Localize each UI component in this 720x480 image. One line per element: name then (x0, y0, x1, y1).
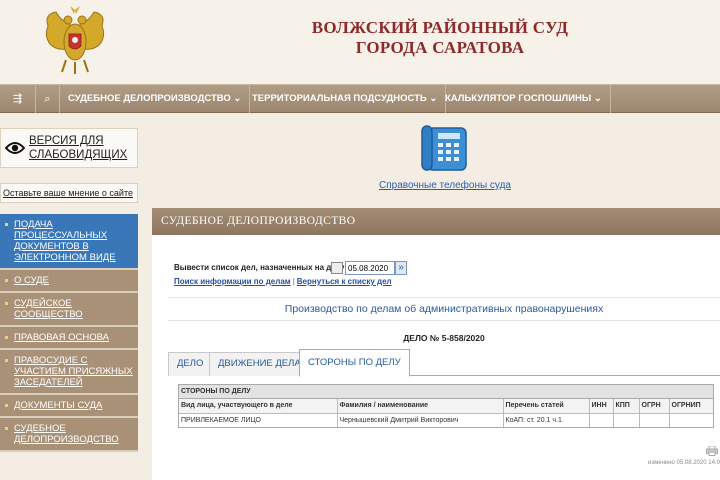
column-header: КПП (613, 399, 640, 414)
tab-parties[interactable]: СТОРОНЫ ПО ДЕЛУ (299, 349, 410, 377)
eye-icon (5, 142, 25, 154)
column-header: ОГРН (639, 399, 670, 414)
table-row: ПРИВЛЕКАЕМОЕ ЛИЦО Чернышевский Дмитрий В… (179, 413, 713, 427)
sidebar-item-judicial-community[interactable]: СУДЕЙСКОЕ СООБЩЕСТВО (0, 293, 138, 327)
case-tabs: ДЕЛО ДВИЖЕНИЕ ДЕЛА СТОРОНЫ ПО ДЕЛУ (168, 349, 720, 377)
table-cell (669, 413, 713, 427)
print-icon[interactable] (706, 446, 718, 456)
sidebar-item-court-documents[interactable]: ДОКУМЕНТЫ СУДА (0, 395, 138, 418)
feedback-link[interactable]: Оставьте ваше мнение о сайте (0, 183, 138, 203)
court-title-line2: ГОРОДА САРАТОВА (355, 38, 525, 57)
case-links: Поиск информации по делам | Вернуться к сп… (174, 277, 392, 286)
accessibility-version-button[interactable]: ВЕРСИЯ ДЛЯ СЛАБОВИДЯЩИХ (0, 128, 138, 168)
column-header: ОГРНИП (669, 399, 713, 414)
nav-item-territorial-jurisdiction[interactable]: ТЕРРИТОРИАЛЬНАЯ ПОДСУДНОСТЬ ⌄ (244, 85, 447, 113)
reference-phones-link[interactable]: Справочные телефоны суда (370, 180, 520, 191)
table-cell (589, 413, 614, 427)
modified-timestamp: изменено 05.08.2020 14:0 (648, 460, 720, 466)
sidebar-item-legal-basis[interactable]: ПРАВОВАЯ ОСНОВА (0, 327, 138, 350)
site-header: ВОЛЖСКИЙ РАЙОННЫЙ СУД ГОРОДА САРАТОВА (0, 0, 720, 84)
date-filter-label: Вывести список дел, назначенных на дату (174, 263, 345, 272)
calendar-icon[interactable] (331, 262, 343, 274)
table-cell (613, 413, 640, 427)
tab-case-movement[interactable]: ДВИЖЕНИЕ ДЕЛА (209, 352, 310, 376)
table-cell (639, 413, 670, 427)
nav-item-court-proceedings[interactable]: СУДЕБНОЕ ДЕЛОПРОИЗВОДСТВО ⌄ (60, 85, 251, 113)
tab-case[interactable]: ДЕЛО (168, 352, 213, 376)
sidebar-item-about-court[interactable]: О СУДЕ (0, 270, 138, 293)
column-header: ИНН (589, 399, 614, 414)
column-header: Перечень статей (503, 399, 590, 414)
column-header: Вид лица, участвующего в деле (179, 399, 338, 414)
coat-of-arms-icon[interactable] (40, 4, 110, 76)
main-nav: ⇶ ⌕ СУДЕБНОЕ ДЕЛОПРОИЗВОДСТВО ⌄ ТЕРРИТОР… (0, 84, 720, 113)
column-header: Фамилия / наименование (337, 399, 504, 414)
table-cell: Чернышевский Дмитрий Викторович (337, 413, 504, 427)
search-icon[interactable]: ⌕ (36, 85, 60, 113)
production-title: Производство по делам об административны… (168, 297, 720, 321)
section-title: СУДЕБНОЕ ДЕЛОПРОИЗВОДСТВО (152, 208, 720, 235)
table-cell: КоАП: ст. 20.1 ч.1 (503, 413, 590, 427)
sidebar-menu: ПОДАЧА ПРОЦЕССУАЛЬНЫХ ДОКУМЕНТОВ В ЭЛЕКТ… (0, 214, 138, 452)
parties-table: Вид лица, участвующего в деле Фамилия / … (179, 399, 713, 427)
table-cell: ПРИВЛЕКАЕМОЕ ЛИЦО (179, 413, 338, 427)
back-to-list-link[interactable]: Вернуться к списку дел (297, 277, 392, 286)
court-title-line1: ВОЛЖСКИЙ РАЙОННЫЙ СУД (311, 18, 569, 37)
date-input[interactable] (345, 261, 395, 275)
sidebar-item-electronic-filing[interactable]: ПОДАЧА ПРОЦЕССУАЛЬНЫХ ДОКУМЕНТОВ В ЭЛЕКТ… (0, 214, 138, 270)
sidebar-item-jury-trial[interactable]: ПРАВОСУДИЕ С УЧАСТИЕМ ПРИСЯЖНЫХ ЗАСЕДАТЕ… (0, 350, 138, 395)
telephone-icon[interactable] (420, 124, 472, 174)
accessibility-version-label: ВЕРСИЯ ДЛЯ СЛАБОВИДЯЩИХ (29, 135, 128, 161)
parties-heading: СТОРОНЫ ПО ДЕЛУ (179, 385, 713, 399)
parties-table-block: СТОРОНЫ ПО ДЕЛУ Вид лица, участвующего в… (178, 384, 714, 428)
court-title: ВОЛЖСКИЙ РАЙОННЫЙ СУД ГОРОДА САРАТОВА (300, 18, 580, 58)
sitemap-icon[interactable]: ⇶ (0, 85, 36, 113)
sidebar-item-court-proceedings[interactable]: СУДЕБНОЕ ДЕЛОПРОИЗВОДСТВО (0, 418, 138, 452)
content-panel: Вывести список дел, назначенных на дату … (152, 235, 720, 480)
case-number: ДЕЛО № 5-858/2020 (403, 333, 485, 343)
case-search-link[interactable]: Поиск информации по делам (174, 277, 291, 286)
nav-item-fee-calculator[interactable]: КАЛЬКУЛЯТОР ГОСПОШЛИНЫ ⌄ (437, 85, 611, 113)
go-button[interactable]: » (395, 261, 407, 275)
